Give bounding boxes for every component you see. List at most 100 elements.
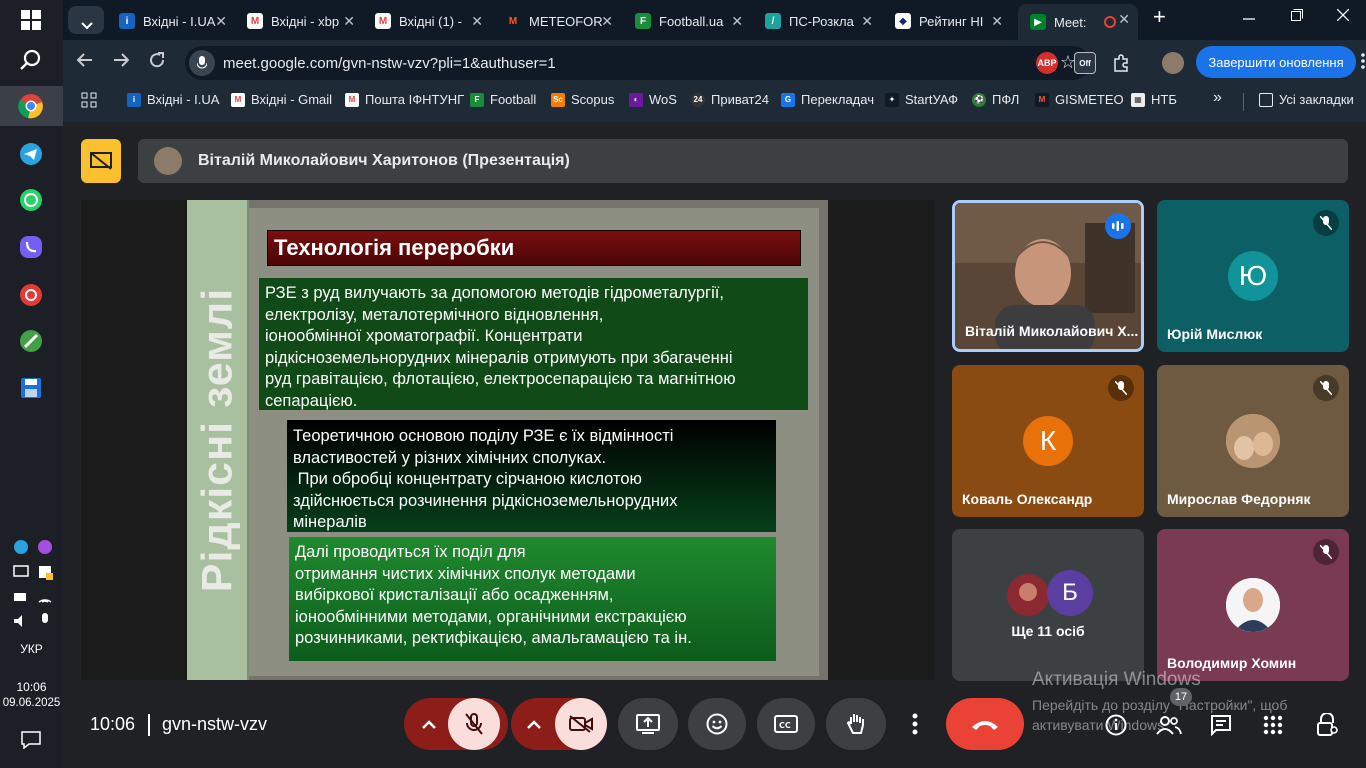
bookmark-i-ua[interactable]: i Вхідні - I.UA: [127, 92, 219, 107]
activities-button[interactable]: [1260, 712, 1286, 738]
telegram-icon[interactable]: [17, 140, 45, 168]
host-controls-button[interactable]: [1314, 712, 1340, 738]
leave-call-button[interactable]: [946, 698, 1024, 750]
tab-ps-schedule[interactable]: / ПС-Розкла ✕: [753, 6, 881, 36]
forward-icon[interactable]: [113, 52, 130, 73]
bookmark-gismeteo[interactable]: M GISMETEO: [1035, 92, 1124, 107]
profile-avatar[interactable]: [1162, 52, 1184, 74]
more-options-button[interactable]: [897, 698, 933, 750]
restore-icon[interactable]: [1291, 8, 1303, 26]
bookmark-ifntung-mail[interactable]: M Пошта ІФНТУНГ: [345, 92, 464, 107]
participant-tile-others[interactable]: Б Ще 11 осіб: [952, 529, 1144, 681]
viber-icon[interactable]: [17, 233, 45, 261]
extension-off-icon[interactable]: Off: [1074, 52, 1096, 74]
telegram-tray-icon[interactable]: [12, 538, 30, 556]
microphone-tray-icon[interactable]: [36, 612, 54, 630]
close-tab-icon[interactable]: ✕: [215, 13, 227, 30]
more-bookmarks-chevron-icon[interactable]: »: [1213, 89, 1222, 107]
mic-toggle-button[interactable]: [448, 698, 500, 750]
bookmark-privat24[interactable]: 24 Приват24: [691, 92, 769, 107]
bookmarks-bar: i Вхідні - I.UA M Вхідні - Gmail M Пошта ІФ…: [63, 86, 1366, 116]
captions-button[interactable]: CC: [757, 698, 815, 750]
camera-toggle-button[interactable]: [555, 698, 607, 750]
bookmark-translate[interactable]: G Перекладач: [781, 92, 874, 107]
captions-icon: CC: [774, 715, 798, 733]
meeting-details-button[interactable]: [1103, 712, 1129, 738]
close-tab-icon[interactable]: ✕: [601, 13, 613, 30]
wifi-icon[interactable]: [36, 588, 54, 606]
bookmark-ntb[interactable]: ▦ НТБ: [1131, 92, 1177, 107]
search-icon[interactable]: [17, 46, 45, 74]
apps-grid-icon[interactable]: [81, 92, 97, 108]
presentation-stage[interactable]: Рідкісні землі Технологія переробки РЗЕ …: [81, 200, 934, 680]
tab-rating[interactable]: ◆ Рейтинг НІ ✕: [883, 6, 1011, 36]
tab-gmail-2[interactable]: M Вхідні (1) - ✕: [363, 6, 491, 36]
close-tab-icon[interactable]: ✕: [1118, 11, 1130, 28]
bookmark-football[interactable]: F Football: [470, 92, 536, 107]
participant-avatar-letter: Б: [1047, 570, 1093, 616]
reload-icon[interactable]: [149, 52, 165, 73]
taskbar-clock-date[interactable]: 09.06.2025: [0, 697, 63, 709]
keyboard-language[interactable]: УКР: [0, 642, 63, 656]
chrome-icon[interactable]: [17, 92, 45, 120]
new-tab-icon[interactable]: +: [1153, 4, 1166, 30]
windows-start-icon[interactable]: [17, 6, 45, 34]
monitor-tray-icon[interactable]: [12, 563, 30, 581]
close-tab-icon[interactable]: ✕: [991, 13, 1003, 30]
notifications-icon[interactable]: [17, 726, 45, 754]
screen-recorder-icon[interactable]: [17, 281, 45, 309]
slide-text-box-2: Теоретичною основою поділу РЗЕ є їх відм…: [287, 420, 776, 532]
close-window-icon[interactable]: [1336, 8, 1350, 26]
minimize-icon[interactable]: [1243, 8, 1255, 26]
tab-meteofor[interactable]: M METEOFOR ✕: [493, 6, 621, 36]
raise-hand-button[interactable]: [826, 698, 886, 750]
battery-icon[interactable]: [12, 588, 30, 606]
adblock-plus-icon[interactable]: ABP: [1036, 52, 1058, 74]
participant-tile-myroslav[interactable]: Мирослав Федорняк: [1157, 365, 1349, 517]
participant-tile-presenter[interactable]: Віталій Миколайович Х...: [952, 200, 1144, 352]
tab-search-chevron-icon[interactable]: [81, 14, 93, 35]
participant-tile-volodymyr[interactable]: Володимир Хомин: [1157, 529, 1349, 681]
all-bookmarks[interactable]: Усі закладки: [1259, 92, 1354, 107]
people-button[interactable]: [1156, 712, 1182, 738]
present-screen-button[interactable]: [618, 698, 678, 750]
tab-gmail-1[interactable]: M Вхідні - xbp ✕: [235, 6, 363, 36]
reactions-button[interactable]: [688, 698, 746, 750]
tab-football[interactable]: F Football.ua ✕: [623, 6, 751, 36]
messenger-tray-icon[interactable]: [36, 538, 54, 556]
bookmark-wos[interactable]: ◐ WoS: [629, 92, 677, 107]
close-tab-icon[interactable]: ✕: [861, 13, 873, 30]
close-tab-icon[interactable]: ✕: [471, 13, 483, 30]
participant-avatar-letter: Ю: [1228, 251, 1278, 301]
extensions-puzzle-icon[interactable]: [1110, 52, 1132, 74]
save-disk-icon[interactable]: [17, 374, 45, 402]
taskbar-clock-time[interactable]: 10:06: [0, 680, 63, 694]
address-bar[interactable]: meet.google.com/gvn-nstw-vzv?pli=1&authu…: [185, 46, 1090, 80]
site-info-mic-icon[interactable]: [189, 50, 215, 76]
participant-tile-yuriy[interactable]: Ю Юрій Мислюк: [1157, 200, 1349, 352]
mic-off-icon: [1313, 539, 1339, 565]
green-app-icon[interactable]: [17, 327, 45, 355]
participant-tile-koval[interactable]: К Коваль Олександр: [952, 365, 1144, 517]
volume-icon[interactable]: [12, 612, 30, 630]
tab-meet[interactable]: ▶ Meet: ✕: [1018, 4, 1138, 40]
chat-button[interactable]: [1208, 712, 1234, 738]
participant-name: Ще 11 осіб: [1011, 623, 1085, 639]
bookmark-pfl[interactable]: ⚽ ПФЛ: [972, 92, 1019, 107]
menu-dots-icon[interactable]: [1361, 52, 1365, 75]
url-text[interactable]: meet.google.com/gvn-nstw-vzv?pli=1&authu…: [223, 55, 556, 72]
presenter-bar: Віталій Миколайович Харитонов (Презентац…: [138, 139, 1348, 183]
mic-off-icon: [1313, 210, 1339, 236]
whatsapp-icon[interactable]: [17, 186, 45, 214]
translate-icon: G: [781, 92, 795, 107]
bookmark-gmail[interactable]: M Вхідні - Gmail: [231, 92, 332, 107]
update-button[interactable]: Завершити оновлення: [1196, 46, 1356, 78]
close-tab-icon[interactable]: ✕: [731, 13, 743, 30]
back-icon[interactable]: [76, 52, 93, 73]
bookmark-scopus[interactable]: Sc Scopus: [551, 92, 614, 107]
close-tab-icon[interactable]: ✕: [343, 13, 355, 30]
tab-i-ua[interactable]: i Вхідні - I.UA ✕: [107, 6, 235, 36]
shield-warning-icon[interactable]: [36, 563, 54, 581]
presentation-icon[interactable]: [81, 139, 121, 183]
bookmark-startuaf[interactable]: ✦ StartУАФ: [885, 92, 958, 107]
